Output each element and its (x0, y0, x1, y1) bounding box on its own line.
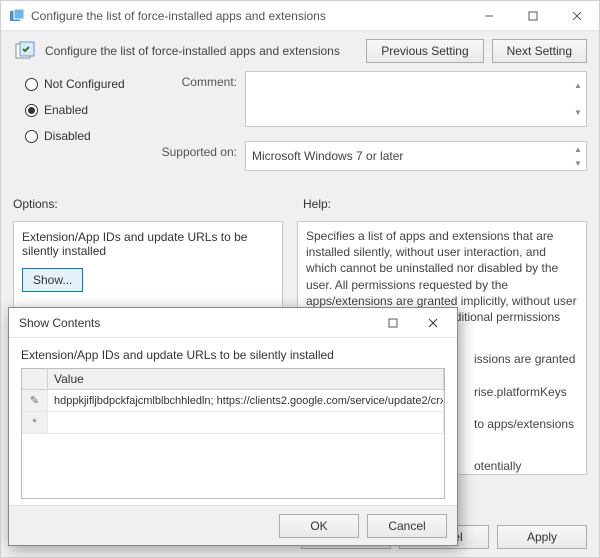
spin-up-icon[interactable]: ▲ (570, 142, 586, 156)
supported-field: Microsoft Windows 7 or later ▲ ▼ (245, 141, 587, 171)
radio-dot-icon (25, 104, 38, 117)
row-marker-edit-icon: ✎ (22, 390, 48, 411)
window-title: Configure the list of force-installed ap… (31, 9, 467, 23)
app-icon (9, 8, 25, 24)
maximize-button[interactable] (511, 1, 555, 30)
radio-dot-icon (25, 130, 38, 143)
grid-cell-value[interactable] (48, 412, 444, 433)
radio-label: Disabled (44, 129, 91, 143)
dialog-title: Show Contents (19, 316, 373, 330)
dialog-label: Extension/App IDs and update URLs to be … (21, 348, 445, 362)
radio-not-configured[interactable]: Not Configured (25, 77, 145, 91)
options-text: Extension/App IDs and update URLs to be … (22, 230, 274, 258)
grid-cell-value[interactable]: hdppkjifljbdpckfajcmlblbchhledln; https:… (48, 390, 444, 411)
previous-setting-button[interactable]: Previous Setting (366, 39, 483, 63)
supported-label: Supported on: (145, 141, 237, 159)
options-heading: Options: (13, 197, 303, 211)
comment-label: Comment: (145, 71, 237, 89)
radio-label: Not Configured (44, 77, 125, 91)
next-setting-button[interactable]: Next Setting (492, 39, 587, 63)
show-contents-dialog: Show Contents Extension/App IDs and upda… (8, 307, 458, 546)
grid-row[interactable]: * (22, 412, 444, 434)
spin-down-icon[interactable]: ▼ (570, 156, 586, 170)
supported-value: Microsoft Windows 7 or later (252, 149, 403, 163)
grid-header-value: Value (48, 369, 444, 389)
close-button[interactable] (555, 1, 599, 30)
dialog-maximize-button[interactable] (373, 309, 413, 337)
spin-down-icon[interactable]: ▼ (570, 99, 586, 126)
radio-label: Enabled (44, 103, 88, 117)
dialog-cancel-button[interactable]: Cancel (367, 514, 447, 538)
policy-subheading: Configure the list of force-installed ap… (45, 44, 358, 58)
radio-enabled[interactable]: Enabled (25, 103, 145, 117)
radio-disabled[interactable]: Disabled (25, 129, 145, 143)
policy-icon (13, 39, 37, 63)
comment-field[interactable]: ▲ ▼ (245, 71, 587, 127)
grid-row[interactable]: ✎ hdppkjifljbdpckfajcmlblbchhledln; http… (22, 390, 444, 412)
grid-corner (22, 369, 48, 389)
value-grid[interactable]: Value ✎ hdppkjifljbdpckfajcmlblbchhledln… (21, 368, 445, 499)
minimize-button[interactable] (467, 1, 511, 30)
row-marker-new-icon: * (22, 412, 48, 433)
help-heading: Help: (303, 197, 331, 211)
show-button[interactable]: Show... (22, 268, 83, 292)
radio-dot-icon (25, 78, 38, 91)
dialog-ok-button[interactable]: OK (279, 514, 359, 538)
spin-up-icon[interactable]: ▲ (570, 72, 586, 99)
apply-button[interactable]: Apply (497, 525, 587, 549)
dialog-close-button[interactable] (413, 309, 453, 337)
